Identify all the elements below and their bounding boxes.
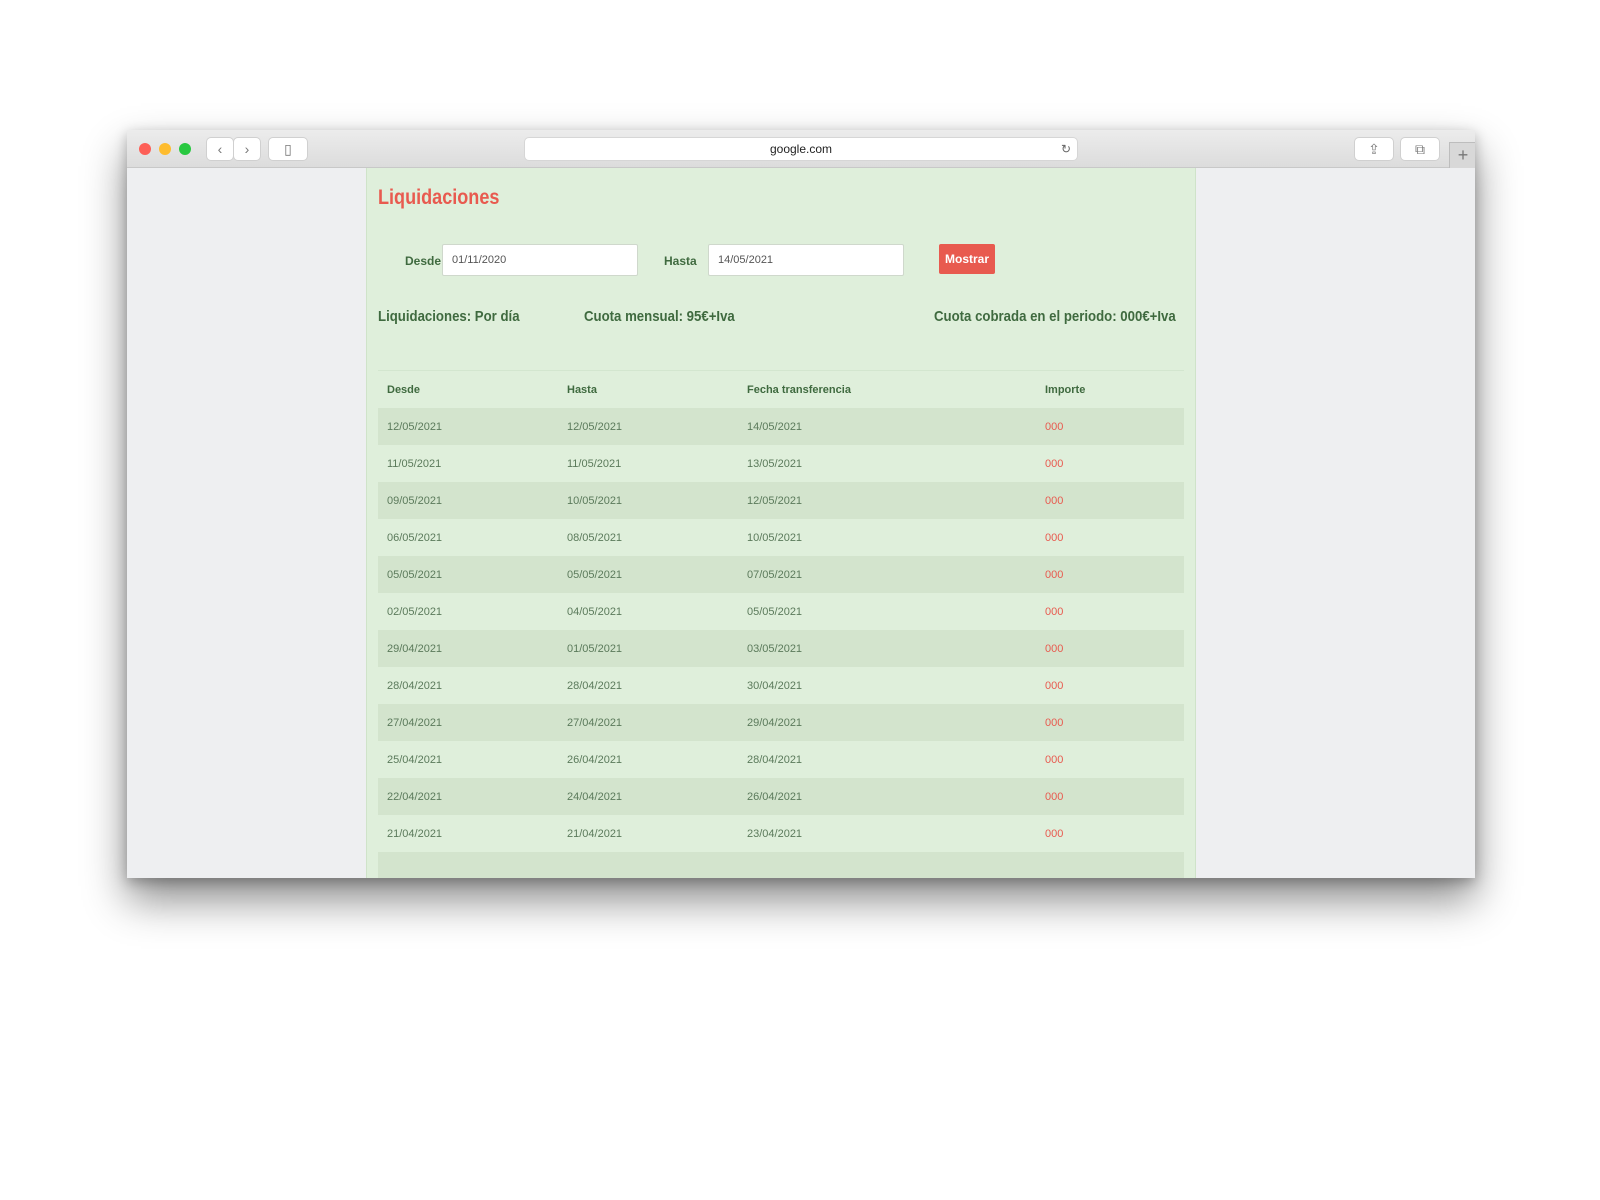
close-window-button[interactable] — [139, 143, 151, 155]
column-header-from: Desde — [387, 383, 421, 396]
cell-amount: 000 — [1045, 568, 1064, 581]
share-icon: ⇪ — [1368, 141, 1380, 157]
cell-from: 05/05/2021 — [387, 568, 443, 581]
cell-amount: 000 — [1045, 531, 1064, 544]
cell-amount: 000 — [1045, 753, 1064, 766]
cell-to: 28/04/2021 — [567, 679, 623, 692]
cell-from: 21/04/2021 — [387, 827, 443, 840]
cell-to: 27/04/2021 — [567, 716, 623, 729]
cell-from: 06/05/2021 — [387, 531, 443, 544]
sidebar-toggle-button[interactable]: ▯ — [269, 138, 307, 160]
reload-icon[interactable]: ↻ — [1061, 138, 1071, 160]
cell-transfer-date: 28/04/2021 — [747, 753, 803, 766]
cell-to: 26/04/2021 — [567, 753, 623, 766]
to-date-input[interactable] — [708, 244, 904, 276]
cell-from: 12/05/2021 — [387, 420, 443, 433]
from-date-label: Desde — [405, 254, 442, 268]
browser-toolbar: ‹ › ▯ google.com ↻ ⇪ ⧉ + — [127, 130, 1475, 169]
to-date-label: Hasta — [664, 254, 697, 268]
cell-to: 05/05/2021 — [567, 568, 623, 581]
cell-amount: 000 — [1045, 827, 1064, 840]
cell-from: 09/05/2021 — [387, 494, 443, 507]
address-bar[interactable]: google.com ↻ — [525, 138, 1077, 160]
cell-to: 24/04/2021 — [567, 790, 623, 803]
column-header-to: Hasta — [567, 383, 597, 396]
cell-from: 02/05/2021 — [387, 605, 443, 618]
table-row: 25/04/2021 26/04/2021 28/04/2021 000 — [378, 741, 1184, 778]
table-row: 29/04/2021 01/05/2021 03/05/2021 000 — [378, 630, 1184, 667]
page-viewport: Liquidaciones Desde Hasta Mostrar Liquid… — [127, 168, 1475, 878]
table-row: 09/05/2021 10/05/2021 12/05/2021 000 — [378, 482, 1184, 519]
cell-to: 04/05/2021 — [567, 605, 623, 618]
back-button[interactable]: ‹ — [207, 138, 233, 160]
cell-to: 21/04/2021 — [567, 827, 623, 840]
sidebar-icon: ▯ — [284, 141, 292, 157]
cell-transfer-date: 07/05/2021 — [747, 568, 803, 581]
browser-window: ‹ › ▯ google.com ↻ ⇪ ⧉ + Liquidaciones D… — [127, 130, 1475, 878]
cell-to: 08/05/2021 — [567, 531, 623, 544]
tabs-overview-button[interactable]: ⧉ — [1401, 138, 1439, 160]
table-row: 06/05/2021 08/05/2021 10/05/2021 000 — [378, 519, 1184, 556]
from-date-input[interactable] — [442, 244, 638, 276]
table-row: 11/05/2021 11/05/2021 13/05/2021 000 — [378, 445, 1184, 482]
cell-transfer-date: 23/04/2021 — [747, 827, 803, 840]
cell-to: 01/05/2021 — [567, 642, 623, 655]
cell-transfer-date: 13/05/2021 — [747, 457, 803, 470]
settlements-table: Desde Hasta Fecha transferencia Importe … — [378, 371, 1184, 878]
cell-to: 10/05/2021 — [567, 494, 623, 507]
cell-transfer-date: 14/05/2021 — [747, 420, 803, 433]
plus-icon: + — [1457, 145, 1469, 165]
cell-from: 29/04/2021 — [387, 642, 443, 655]
table-row: 05/05/2021 05/05/2021 07/05/2021 000 — [378, 556, 1184, 593]
column-header-amount: Importe — [1045, 383, 1086, 396]
table-header-row: Desde Hasta Fecha transferencia Importe — [378, 371, 1184, 408]
cell-amount: 000 — [1045, 420, 1064, 433]
cell-amount: 000 — [1045, 642, 1064, 655]
share-button[interactable]: ⇪ — [1355, 138, 1393, 160]
cell-amount: 000 — [1045, 494, 1064, 507]
address-text: google.com — [769, 142, 833, 156]
cell-transfer-date: 30/04/2021 — [747, 679, 803, 692]
cell-amount: 000 — [1045, 679, 1064, 692]
cell-amount: 000 — [1045, 457, 1064, 470]
column-header-transfer-date: Fecha transferencia — [747, 383, 851, 396]
table-row: 28/04/2021 28/04/2021 30/04/2021 000 — [378, 667, 1184, 704]
cell-transfer-date: 26/04/2021 — [747, 790, 803, 803]
cell-amount: 000 — [1045, 716, 1064, 729]
table-row: 12/05/2021 12/05/2021 14/05/2021 000 — [378, 408, 1184, 445]
page-title: Liquidaciones — [378, 186, 500, 209]
chevron-right-icon: › — [244, 141, 250, 157]
cell-transfer-date: 29/04/2021 — [747, 716, 803, 729]
new-tab-button[interactable]: + — [1449, 142, 1475, 169]
table-row: 21/04/2021 21/04/2021 23/04/2021 000 — [378, 815, 1184, 852]
cell-to: 12/05/2021 — [567, 420, 623, 433]
cell-transfer-date: 10/05/2021 — [747, 531, 803, 544]
forward-button[interactable]: › — [234, 138, 260, 160]
table-row: 22/04/2021 24/04/2021 26/04/2021 000 — [378, 778, 1184, 815]
chevron-left-icon: ‹ — [217, 141, 223, 157]
cell-amount: 000 — [1045, 790, 1064, 803]
cell-amount: 000 — [1045, 605, 1064, 618]
tabs-icon: ⧉ — [1415, 141, 1425, 157]
cell-transfer-date: 03/05/2021 — [747, 642, 803, 655]
show-button[interactable]: Mostrar — [939, 244, 995, 274]
cell-transfer-date: 05/05/2021 — [747, 605, 803, 618]
table-row-partial — [378, 852, 1184, 878]
cell-from: 22/04/2021 — [387, 790, 443, 803]
monthly-fee-text: Cuota mensual: 95€+Iva — [584, 308, 735, 325]
cell-from: 25/04/2021 — [387, 753, 443, 766]
settlements-mode-text: Liquidaciones: Por día — [378, 308, 520, 325]
cell-transfer-date: 12/05/2021 — [747, 494, 803, 507]
minimize-window-button[interactable] — [159, 143, 171, 155]
table-row: 27/04/2021 27/04/2021 29/04/2021 000 — [378, 704, 1184, 741]
zoom-window-button[interactable] — [179, 143, 191, 155]
cell-from: 11/05/2021 — [387, 457, 442, 470]
fee-collected-text: Cuota cobrada en el periodo: 000€+Iva — [934, 308, 1176, 325]
table-row: 02/05/2021 04/05/2021 05/05/2021 000 — [378, 593, 1184, 630]
cell-to: 11/05/2021 — [567, 457, 622, 470]
cell-from: 28/04/2021 — [387, 679, 443, 692]
page-content: Liquidaciones Desde Hasta Mostrar Liquid… — [366, 168, 1196, 878]
cell-from: 27/04/2021 — [387, 716, 443, 729]
